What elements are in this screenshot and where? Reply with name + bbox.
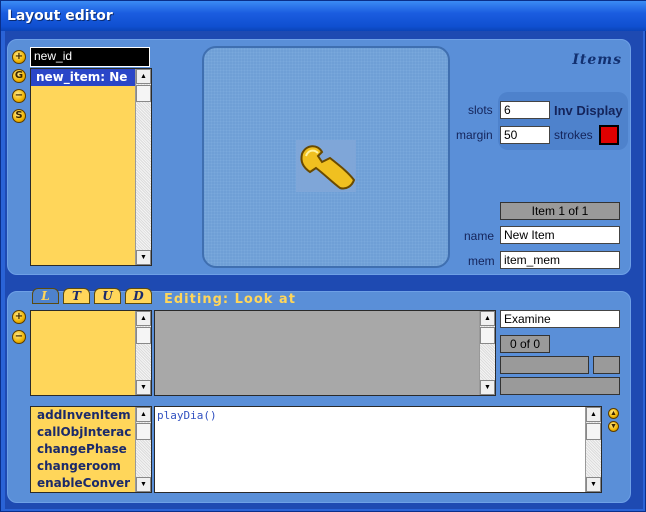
script-list[interactable]: ▲ ▼ (30, 310, 152, 396)
function-list-scrollbar[interactable]: ▲ ▼ (135, 407, 151, 492)
script-panel: L T U D Editing: Look at + − ▲ ▼ ▲ ▼ Exa… (7, 288, 631, 503)
tab-t[interactable]: T (63, 288, 90, 304)
script-list-scrollbar[interactable]: ▲ ▼ (135, 311, 151, 395)
list-item[interactable]: new_item: Ne (31, 69, 151, 86)
id-field[interactable]: new_id (30, 47, 150, 67)
wrench-icon (296, 140, 356, 192)
scroll-thumb[interactable] (136, 327, 151, 344)
move-down-icon[interactable]: ▼ (608, 421, 619, 432)
code-text[interactable]: playDia() (157, 409, 217, 422)
scroll-down-icon[interactable]: ▼ (136, 477, 151, 492)
item-preview-canvas[interactable] (202, 46, 450, 268)
scroll-thumb[interactable] (136, 423, 151, 440)
object-list[interactable]: new_item: Ne ▲ ▼ (30, 68, 152, 266)
blank-button-2[interactable] (593, 356, 620, 374)
plus-icon[interactable]: + (12, 310, 26, 324)
list-item[interactable]: callObjInterac (31, 424, 151, 441)
section-title: Items (572, 52, 622, 68)
action-list[interactable]: ▲ ▼ (154, 310, 496, 396)
tab-d[interactable]: D (125, 288, 152, 304)
verb-field[interactable]: Examine (500, 310, 620, 328)
scroll-thumb[interactable] (136, 85, 151, 102)
mem-field[interactable]: item_mem (500, 251, 620, 269)
scroll-thumb[interactable] (586, 423, 601, 440)
page-counter: 0 of 0 (500, 335, 550, 353)
scroll-up-icon[interactable]: ▲ (136, 311, 151, 326)
items-panel: + G − S new_id new_item: Ne ▲ ▼ Items sl… (7, 39, 631, 275)
slots-field[interactable]: 6 (500, 101, 550, 119)
minus-icon[interactable]: − (12, 330, 26, 344)
tab-l[interactable]: L (32, 288, 59, 304)
strokes-label: strokes (554, 128, 593, 142)
name-label: name (464, 229, 495, 243)
plus-icon[interactable]: + (12, 50, 26, 64)
list-item[interactable]: enableConver (31, 475, 151, 492)
scroll-thumb[interactable] (480, 327, 495, 344)
scroll-down-icon[interactable]: ▼ (586, 477, 601, 492)
blank-button-3[interactable] (500, 377, 620, 395)
name-field[interactable]: New Item (500, 226, 620, 244)
inv-display-label: Inv Display (554, 103, 623, 118)
minus-icon[interactable]: − (12, 89, 26, 103)
tab-u[interactable]: U (94, 288, 121, 304)
action-list-scrollbar[interactable]: ▲ ▼ (479, 311, 495, 395)
margin-field[interactable]: 50 (500, 126, 550, 144)
margin-label: margin (456, 128, 493, 142)
scroll-up-icon[interactable]: ▲ (136, 407, 151, 422)
scroll-up-icon[interactable]: ▲ (586, 407, 601, 422)
scroll-down-icon[interactable]: ▼ (136, 250, 151, 265)
move-up-icon[interactable]: ▲ (608, 408, 619, 419)
object-list-scrollbar[interactable]: ▲ ▼ (135, 69, 151, 265)
list-item[interactable]: changePhase (31, 441, 151, 458)
window-client-area: + G − S new_id new_item: Ne ▲ ▼ Items sl… (5, 31, 643, 509)
function-list[interactable]: addInvenItem callObjInterac changePhase … (30, 406, 152, 493)
list-item[interactable]: changeroom (31, 458, 151, 475)
blank-button-1[interactable] (500, 356, 589, 374)
layout-editor-window: Layout editor + G − S new_id new_item: N… (0, 0, 646, 512)
globe-icon[interactable]: G (12, 69, 26, 83)
scroll-down-icon[interactable]: ▼ (136, 380, 151, 395)
strokes-color-swatch[interactable] (599, 125, 619, 145)
window-title: Layout editor (1, 1, 646, 31)
item-counter: Item 1 of 1 (500, 202, 620, 220)
code-editor-scrollbar[interactable]: ▲ ▼ (585, 407, 601, 492)
code-editor[interactable]: playDia() ▲ ▼ (154, 406, 602, 493)
mem-label: mem (468, 254, 495, 268)
slots-label: slots (468, 103, 493, 117)
list-item[interactable]: addInvenItem (31, 407, 151, 424)
scroll-up-icon[interactable]: ▲ (480, 311, 495, 326)
scroll-down-icon[interactable]: ▼ (480, 380, 495, 395)
s-icon[interactable]: S (12, 109, 26, 123)
editing-label: Editing: Look at (164, 292, 296, 307)
scroll-up-icon[interactable]: ▲ (136, 69, 151, 84)
